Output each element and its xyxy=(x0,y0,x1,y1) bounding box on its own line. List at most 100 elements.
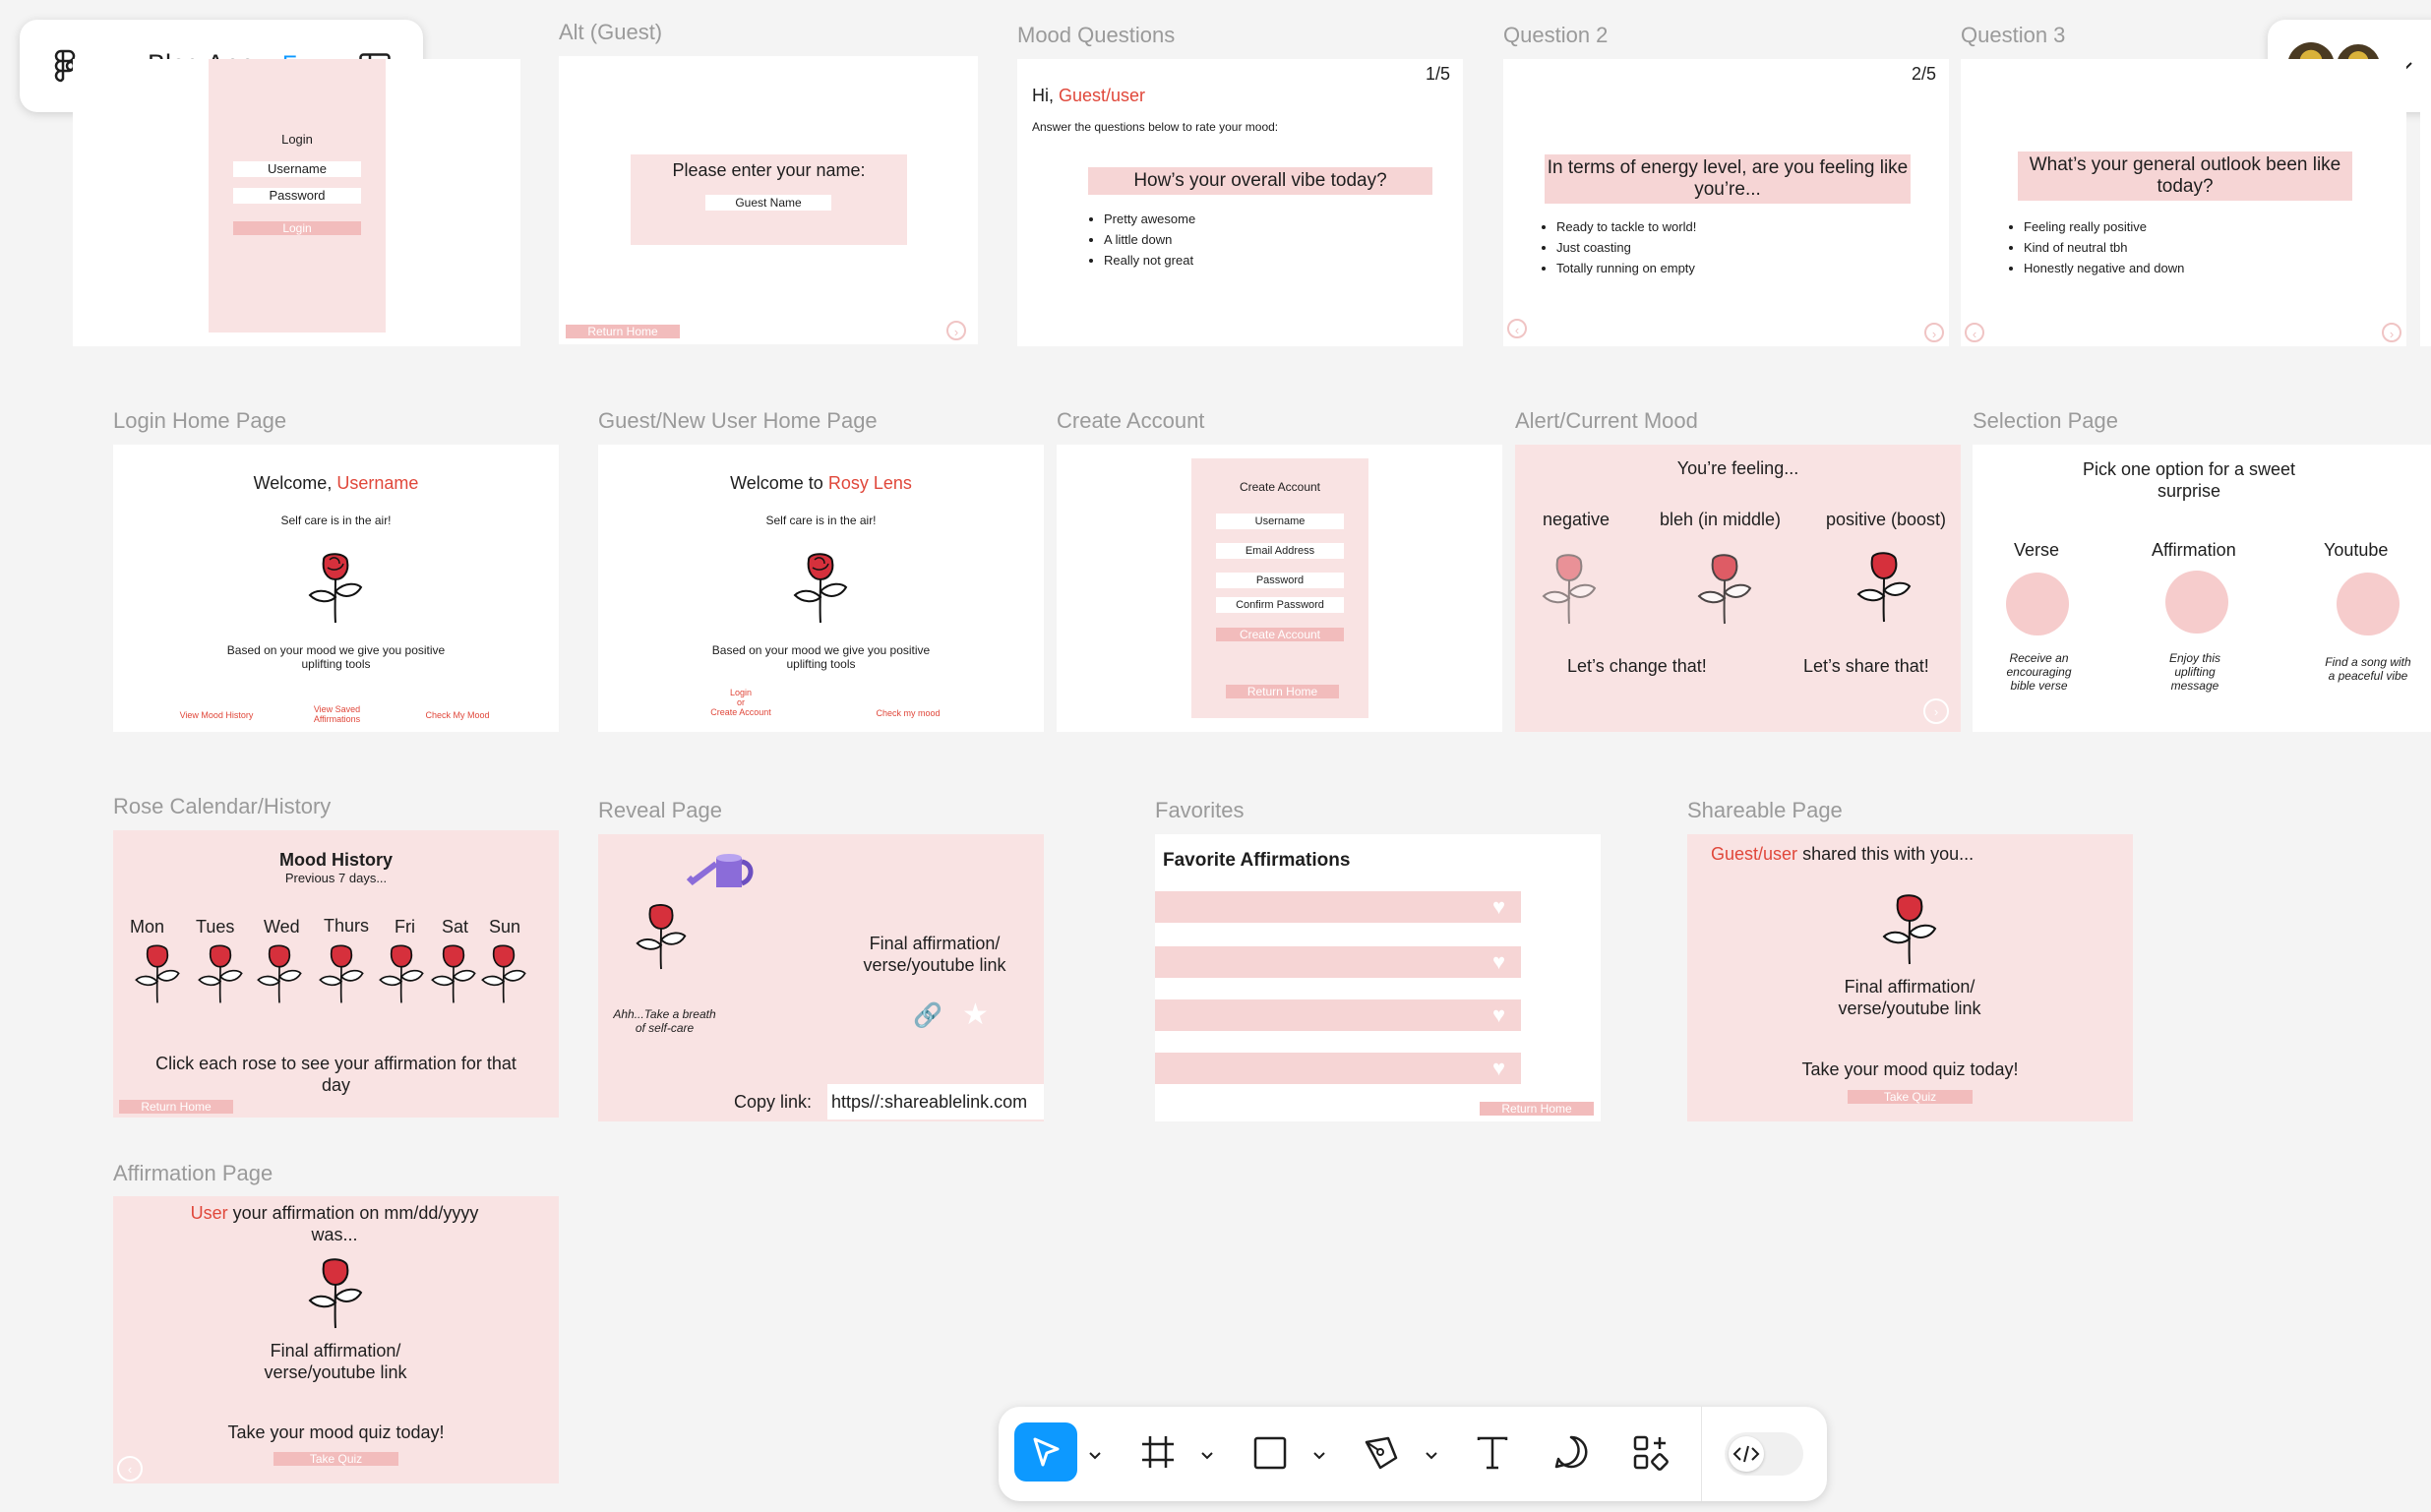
medium-rose-icon[interactable] xyxy=(1695,551,1754,625)
favorite-item[interactable]: ♥ xyxy=(1155,1053,1521,1084)
password-field[interactable]: Password xyxy=(1216,573,1344,588)
chevron-down-icon[interactable] xyxy=(1313,1448,1325,1466)
answer-option[interactable]: Feeling really positive xyxy=(2024,216,2184,237)
bottom-toolbar xyxy=(999,1407,1827,1501)
calendar-rose-icon[interactable] xyxy=(479,940,528,1005)
affirmation-heading: User your affirmation on mm/dd/yyyy was.… xyxy=(190,1203,479,1244)
youtube-label: Youtube xyxy=(2324,540,2389,560)
text-tool-icon[interactable] xyxy=(1475,1434,1510,1475)
check-my-mood-link[interactable]: Check My Mood xyxy=(408,710,507,720)
pen-tool-icon[interactable] xyxy=(1363,1434,1402,1477)
heart-icon[interactable]: ♥ xyxy=(1492,1004,1505,1026)
answer-options: Feeling really positive Kind of neutral … xyxy=(2006,216,2184,278)
favorite-item[interactable]: ♥ xyxy=(1155,946,1521,978)
heart-icon[interactable]: ♥ xyxy=(1492,951,1505,973)
day-label: Fri xyxy=(395,917,415,937)
answer-option[interactable]: Ready to tackle to world! xyxy=(1556,216,1696,237)
question-text: In terms of energy level, are you feelin… xyxy=(1547,157,1909,200)
alt-guest-frame: Please enter your name: Guest Name Retur… xyxy=(559,56,978,344)
view-saved-affirmations-link[interactable]: View Saved Affirmations xyxy=(305,704,369,724)
answer-option[interactable]: A little down xyxy=(1104,229,1195,250)
answer-option[interactable]: Really not great xyxy=(1104,250,1195,271)
confirm-password-field[interactable]: Confirm Password xyxy=(1216,597,1344,613)
bright-rose-icon[interactable] xyxy=(1854,549,1914,623)
rectangle-tool-icon[interactable] xyxy=(1252,1435,1288,1476)
final-affirmation-text: Final affirmation/ verse/youtube link xyxy=(1838,977,1981,1018)
breath-caption: Ahh...Take a breath of self-care xyxy=(613,1007,716,1035)
view-mood-history-link[interactable]: View Mood History xyxy=(152,710,280,720)
link-icon[interactable]: 🔗 xyxy=(913,1001,942,1030)
faded-rose-icon[interactable] xyxy=(1540,551,1599,625)
return-home-button[interactable]: Return Home xyxy=(1480,1102,1594,1116)
return-home-button[interactable]: Return Home xyxy=(566,325,680,338)
check-my-mood-link[interactable]: Check my mood xyxy=(854,708,962,718)
description: Based on your mood we give you positive … xyxy=(711,643,931,671)
calendar-rose-icon[interactable] xyxy=(317,940,366,1005)
frame-label: Rose Calendar/History xyxy=(113,794,332,818)
positive-label: positive (boost) xyxy=(1826,510,1947,529)
change-that-text: Let’s change that! xyxy=(1567,656,1707,676)
password-field[interactable]: Password xyxy=(233,188,361,204)
affirmation-option-circle[interactable] xyxy=(2165,571,2228,634)
calendar-instruction: Click each rose to see your affirmation … xyxy=(155,1054,517,1095)
return-home-button[interactable]: Return Home xyxy=(119,1100,233,1114)
calendar-rose-icon[interactable] xyxy=(255,940,304,1005)
verse-option-circle[interactable] xyxy=(2006,573,2069,635)
create-account-title: Create Account xyxy=(1239,480,1321,494)
username-field[interactable]: Username xyxy=(1216,514,1344,529)
chevron-down-icon[interactable] xyxy=(1089,1448,1101,1466)
quiz-cta: Take your mood quiz today! xyxy=(227,1422,445,1442)
next-arrow-icon[interactable]: › xyxy=(1924,323,1944,342)
answer-option[interactable]: Totally running on empty xyxy=(1556,258,1696,278)
frame-tool-icon[interactable] xyxy=(1140,1434,1176,1475)
move-tool-icon[interactable] xyxy=(1014,1422,1077,1482)
youtube-option-circle[interactable] xyxy=(2337,573,2400,635)
back-arrow-icon[interactable]: ‹ xyxy=(117,1456,143,1482)
guest-name-field[interactable]: Guest Name xyxy=(705,195,831,211)
youtube-description: Find a song with a peaceful vibe xyxy=(2325,655,2411,683)
return-home-button[interactable]: Return Home xyxy=(1226,685,1339,698)
username-field[interactable]: Username xyxy=(233,161,361,177)
next-arrow-icon[interactable]: › xyxy=(1923,698,1949,724)
question-text: What’s your general outlook been like to… xyxy=(2029,154,2341,197)
calendar-rose-icon[interactable] xyxy=(377,940,426,1005)
mood-history-title: Mood History xyxy=(279,850,393,870)
back-arrow-icon[interactable]: ‹ xyxy=(1507,319,1527,338)
take-quiz-button[interactable]: Take Quiz xyxy=(1848,1090,1973,1104)
login-link[interactable]: Login or Create Account xyxy=(697,688,785,717)
calendar-rose-icon[interactable] xyxy=(133,940,182,1005)
email-field[interactable]: Email Address xyxy=(1216,543,1344,559)
next-arrow-icon[interactable]: › xyxy=(2382,323,2401,342)
comment-tool-icon[interactable] xyxy=(1553,1434,1589,1475)
heart-icon[interactable]: ♥ xyxy=(1492,1058,1505,1079)
chevron-down-icon[interactable] xyxy=(1201,1448,1213,1466)
affirmation-frame: User your affirmation on mm/dd/yyyy was.… xyxy=(113,1196,559,1483)
quiz-cta: Take your mood quiz today! xyxy=(1801,1059,2019,1079)
favorite-item[interactable]: ♥ xyxy=(1155,891,1521,923)
guest-user-name: Guest/user xyxy=(1711,844,1798,864)
answer-option[interactable]: Just coasting xyxy=(1556,237,1696,258)
chevron-down-icon[interactable] xyxy=(1426,1448,1437,1466)
rose-icon xyxy=(306,550,365,624)
dev-mode-toggle[interactable] xyxy=(1725,1432,1803,1476)
login-button[interactable]: Login xyxy=(233,221,361,235)
answer-option[interactable]: Honestly negative and down xyxy=(2024,258,2184,278)
answer-option[interactable]: Pretty awesome xyxy=(1104,209,1195,229)
shareable-link-field[interactable]: https//:shareablelink.com xyxy=(827,1084,1044,1119)
copy-link-label: Copy link: xyxy=(734,1092,813,1112)
actions-tool-icon[interactable] xyxy=(1632,1434,1670,1477)
back-arrow-icon[interactable]: ‹ xyxy=(1965,323,1984,342)
next-arrow-icon[interactable]: › xyxy=(946,321,966,340)
star-icon[interactable]: ★ xyxy=(962,998,989,1032)
heart-icon[interactable]: ♥ xyxy=(1492,896,1505,918)
day-label: Thurs xyxy=(324,916,370,936)
answer-option[interactable]: Kind of neutral tbh xyxy=(2024,237,2184,258)
favorite-item[interactable]: ♥ xyxy=(1155,999,1521,1031)
selection-frame: Pick one option for a sweet surprise Ver… xyxy=(1973,445,2431,732)
mood-questions-frame: 1/5 Hi, Guest/user Answer the questions … xyxy=(1017,59,1463,346)
calendar-rose-icon[interactable] xyxy=(196,940,245,1005)
create-account-button[interactable]: Create Account xyxy=(1216,628,1344,641)
share-that-text: Let’s share that! xyxy=(1803,656,1929,676)
calendar-rose-icon[interactable] xyxy=(429,940,478,1005)
take-quiz-button[interactable]: Take Quiz xyxy=(273,1452,398,1466)
